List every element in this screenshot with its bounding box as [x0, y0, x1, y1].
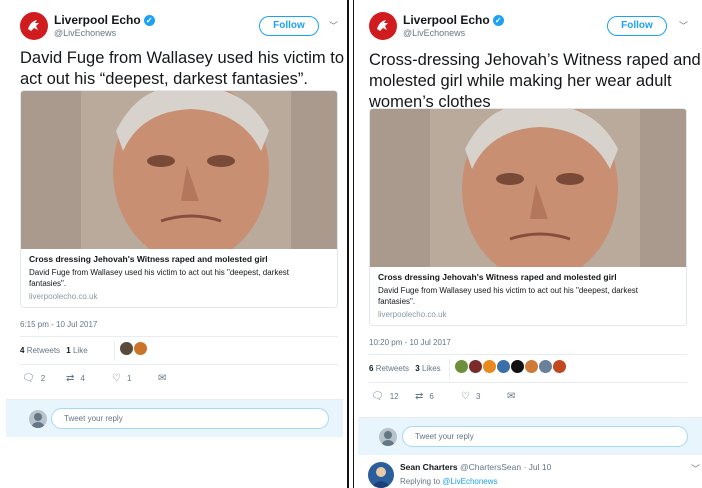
like-icon: ♡ [112, 373, 121, 384]
reply-button[interactable]: 🗨 2 [22, 373, 45, 384]
reply-composer: Tweet your reply [6, 399, 343, 437]
likes-stat[interactable]: 3 Likes [415, 364, 440, 373]
link-card[interactable]: Cross dressing Jehovah's Witness raped a… [369, 108, 687, 326]
divider [20, 336, 338, 337]
retweet-icon: ⇄ [66, 373, 75, 384]
replying-to: Replying to @LivEchonews [400, 477, 498, 486]
direct-message-button[interactable]: ✉ [158, 373, 172, 384]
avatar[interactable] [455, 360, 468, 373]
follow-button[interactable]: Follow [259, 16, 319, 36]
account-name[interactable]: Liverpool Echo ✓ [403, 13, 504, 27]
account-handle[interactable]: @LivEchonews [403, 28, 465, 38]
tweet-actions: 🗨 2 ⇄ 4 ♡ 1 ✉ [20, 373, 338, 387]
tweet-text: Cross-dressing Jehovah’s Witness raped a… [369, 51, 701, 111]
avatar[interactable] [553, 360, 566, 373]
replying-to-link[interactable]: @LivEchonews [442, 477, 497, 486]
tweet-stats: 6 Retweets 3 Likes [369, 359, 687, 384]
retweet-button[interactable]: ⇄ 6 [415, 391, 434, 402]
card-url: liverpoolecho.co.uk [378, 310, 447, 319]
reply-input[interactable]: Tweet your reply [51, 408, 329, 429]
message-icon: ✉ [158, 373, 167, 384]
tweet-text: David Fuge from Wallasey used his victim… [20, 49, 344, 88]
verified-badge-icon: ✓ [143, 15, 155, 26]
avatar[interactable] [511, 360, 524, 373]
divider [369, 354, 687, 355]
divider [449, 359, 450, 379]
chevron-down-icon[interactable]: ﹀ [691, 462, 700, 475]
divider [20, 364, 338, 365]
reply-tweet[interactable]: Sean Charters @ChartersSean · Jul 10 Rep… [368, 460, 702, 488]
retweets-stat[interactable]: 6 Retweets [369, 364, 409, 373]
retweet-icon: ⇄ [415, 391, 424, 402]
chevron-down-icon[interactable]: ﹀ [329, 19, 338, 32]
tweet-stats: 4 Retweets 1 Like [20, 341, 338, 366]
tweet-header: Liverpool Echo ✓ @LivEchonews Follow ﹀ [20, 12, 340, 42]
avatar[interactable] [525, 360, 538, 373]
chevron-down-icon[interactable]: ﹀ [679, 19, 688, 32]
avatar[interactable] [469, 360, 482, 373]
retweets-stat[interactable]: 4 Retweets [20, 346, 60, 355]
tweet-panel-right: Liverpool Echo ✓ @LivEchonews Follow ﹀ Cr… [353, 0, 702, 488]
user-avatar [379, 428, 397, 446]
likes-stat[interactable]: 1 Like [66, 346, 87, 355]
liker-avatars [455, 360, 567, 373]
reply-button[interactable]: 🗨 12 [371, 391, 399, 402]
user-avatar [29, 410, 47, 428]
message-icon: ✉ [507, 391, 516, 402]
reply-icon: 🗨 [371, 391, 384, 402]
card-image [21, 91, 337, 249]
tweet-timestamp[interactable]: 6:15 pm - 10 Jul 2017 [20, 320, 97, 329]
like-button[interactable]: ♡ 3 [461, 391, 480, 402]
retweet-button[interactable]: ⇄ 4 [66, 373, 85, 384]
avatar[interactable] [134, 342, 147, 355]
avatar[interactable] [483, 360, 496, 373]
liker-avatars [120, 342, 148, 355]
divider [114, 341, 115, 361]
like-button[interactable]: ♡ 1 [112, 373, 131, 384]
tweet-panel-left: Liverpool Echo ✓ @LivEchonews Follow ﹀ Da… [0, 0, 349, 488]
liverpool-echo-logo[interactable] [20, 12, 48, 40]
like-icon: ♡ [461, 391, 470, 402]
direct-message-button[interactable]: ✉ [507, 391, 521, 402]
avatar[interactable] [368, 462, 394, 488]
card-image [370, 109, 686, 267]
reply-input[interactable]: Tweet your reply [402, 426, 688, 447]
reply-author[interactable]: Sean Charters @ChartersSean · Jul 10 [400, 462, 551, 472]
card-description: David Fuge from Wallasey used his victim… [378, 286, 638, 306]
liverpool-echo-logo[interactable] [369, 12, 397, 40]
link-card[interactable]: Cross dressing Jehovah's Witness raped a… [20, 90, 338, 308]
tweet-timestamp[interactable]: 10:20 pm - 10 Jul 2017 [369, 338, 451, 347]
divider [369, 382, 687, 383]
account-handle[interactable]: @LivEchonews [54, 28, 116, 38]
tweet-actions: 🗨 12 ⇄ 6 ♡ 3 ✉ [369, 391, 687, 405]
verified-badge-icon: ✓ [492, 15, 504, 26]
card-description: David Fuge from Wallasey used his victim… [29, 268, 289, 288]
card-title: Cross dressing Jehovah's Witness raped a… [29, 254, 268, 264]
avatar[interactable] [539, 360, 552, 373]
avatar[interactable] [120, 342, 133, 355]
reply-icon: 🗨 [22, 373, 35, 384]
card-title: Cross dressing Jehovah's Witness raped a… [378, 272, 617, 282]
avatar[interactable] [497, 360, 510, 373]
follow-button[interactable]: Follow [607, 16, 667, 36]
reply-composer: Tweet your reply [358, 417, 702, 455]
card-url: liverpoolecho.co.uk [29, 292, 98, 301]
tweet-header: Liverpool Echo ✓ @LivEchonews Follow ﹀ [369, 12, 689, 42]
account-name[interactable]: Liverpool Echo ✓ [54, 13, 155, 27]
